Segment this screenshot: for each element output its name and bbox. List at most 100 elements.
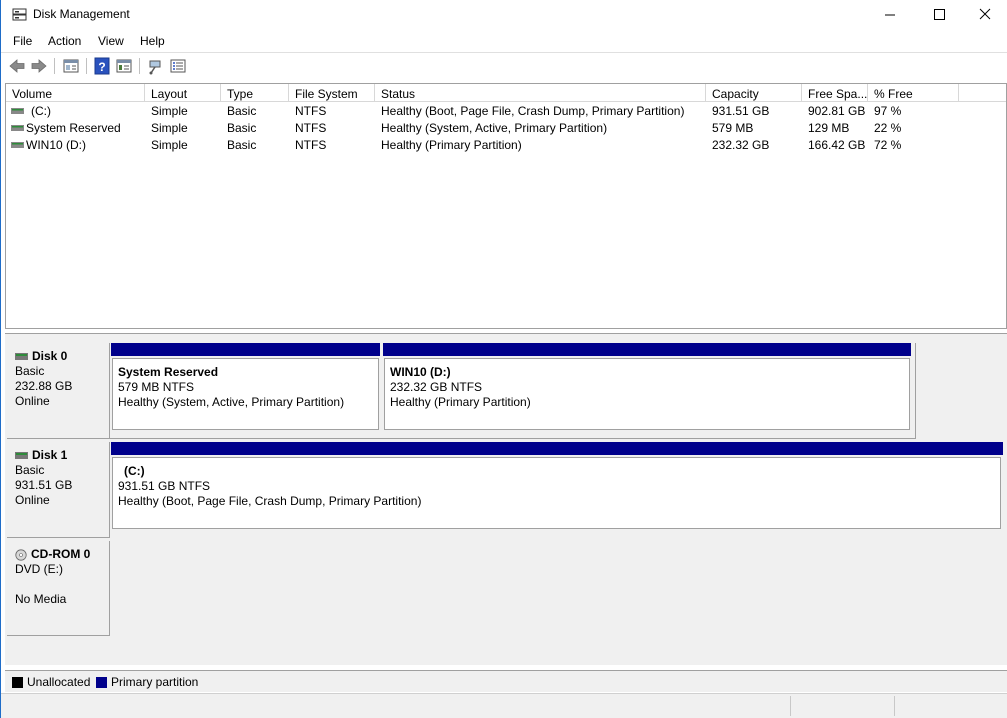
partition-status: Healthy (System, Active, Primary Partiti… [118,395,345,409]
disk-0-label[interactable]: Disk 0 Basic 232.88 GB Online [7,343,110,439]
console-tree-icon [63,59,79,73]
volume-percent-free: 22 % [874,121,902,135]
forward-arrow-icon [31,59,47,73]
disk-1-partitions: (C:) 931.51 GB NTFS Healthy (Boot, Page … [110,442,1003,538]
menu-help[interactable]: Help [140,34,165,48]
minimize-button[interactable] [867,0,913,30]
legend: Unallocated Primary partition [5,670,1007,692]
status-separator [894,696,895,716]
cd-rom-icon [15,549,27,561]
back-button[interactable] [7,56,27,76]
partition-status: Healthy (Boot, Page File, Crash Dump, Pr… [118,494,422,508]
partition-title: (C:) [124,464,145,478]
partition-title: System Reserved [118,365,219,379]
volume-file-system: NTFS [295,138,327,152]
column-header-percent-free[interactable]: % Free [868,84,959,102]
disk-size: 931.51 GB [15,478,73,492]
partition-c[interactable]: (C:) 931.51 GB NTFS Healthy (Boot, Page … [112,457,1001,529]
toolbar-separator [54,58,55,74]
partition-status: Healthy (Primary Partition) [390,395,531,409]
partition-header-bar [383,343,911,356]
disk-graphical-view[interactable]: Disk 0 Basic 232.88 GB Online System Res… [5,333,1007,665]
volume-list[interactable]: Volume Layout Type File System Status Ca… [5,83,1007,329]
volume-percent-free: 72 % [874,138,902,152]
volume-status: Healthy (Boot, Page File, Crash Dump, Pr… [381,104,685,118]
close-button[interactable] [961,0,1007,30]
disk-name: Disk 0 [32,349,68,363]
partition-title: WIN10 (D:) [390,365,451,379]
volume-layout: Simple [151,121,188,135]
disk-management-window: Disk Management File Action View Help ? [0,0,1007,718]
column-header-type[interactable]: Type [221,84,289,102]
volume-row[interactable]: WIN10 (D:) Simple Basic NTFS Healthy (Pr… [6,137,1006,154]
menu-file[interactable]: File [13,34,32,48]
properties-button[interactable] [114,56,134,76]
legend-unallocated: Unallocated [27,675,91,689]
column-header-volume[interactable]: Volume [6,84,145,102]
volume-list-header: Volume Layout Type File System Status Ca… [6,84,1006,102]
volume-icon [11,108,24,114]
status-separator [790,696,791,716]
toolbar-separator [139,58,140,74]
maximize-button[interactable] [915,0,961,30]
help-icon: ? [94,57,110,75]
partition-size: 579 MB NTFS [118,380,195,394]
volume-status: Healthy (Primary Partition) [381,138,522,152]
list-view-button[interactable] [168,56,188,76]
connect-icon [149,60,161,75]
disk-name: Disk 1 [32,448,68,462]
maximize-icon [934,9,945,20]
console-tree-button[interactable] [61,56,81,76]
partition-header-bar [111,442,1003,455]
disk-1-label[interactable]: Disk 1 Basic 931.51 GB Online [7,442,110,538]
close-icon [979,8,991,20]
connect-button[interactable] [145,56,165,76]
disk-management-icon [12,8,27,21]
toolbar: ? [1,52,1007,78]
disk-size: 232.88 GB [15,379,73,393]
cdrom-drive: DVD (E:) [15,562,63,576]
title-bar: Disk Management [1,0,1007,30]
minimize-icon [885,14,895,16]
volume-free-space: 166.42 GB [808,138,866,152]
volume-free-space: 902.81 GB [808,104,866,118]
volume-row[interactable]: (C:) Simple Basic NTFS Healthy (Boot, Pa… [6,103,1006,120]
volume-icon [11,125,24,131]
volume-name: System Reserved [26,121,121,135]
column-header-file-system[interactable]: File System [289,84,375,102]
disk-state: Online [15,493,50,507]
column-header-layout[interactable]: Layout [145,84,221,102]
disk-state: Online [15,394,50,408]
volume-free-space: 129 MB [808,121,850,135]
help-button[interactable]: ? [92,56,112,76]
status-bar [1,693,1007,718]
volume-type: Basic [227,104,257,118]
partition-win10[interactable]: WIN10 (D:) 232.32 GB NTFS Healthy (Prima… [384,358,910,430]
svg-text:?: ? [98,60,105,74]
disk-kind: Basic [15,463,45,477]
unallocated-swatch [12,677,23,688]
volume-status: Healthy (System, Active, Primary Partiti… [381,121,608,135]
volume-name: WIN10 (D:) [26,138,86,152]
back-arrow-icon [9,59,25,73]
cdrom-0-label[interactable]: CD-ROM 0 DVD (E:) No Media [7,541,110,636]
menu-action[interactable]: Action [48,34,81,48]
volume-row[interactable]: System Reserved Simple Basic NTFS Health… [6,120,1006,137]
column-header-free-space[interactable]: Free Spa... [802,84,868,102]
volume-file-system: NTFS [295,121,327,135]
volume-percent-free: 97 % [874,104,902,118]
column-header-status[interactable]: Status [375,84,706,102]
volume-capacity: 579 MB [712,121,754,135]
volume-type: Basic [227,121,257,135]
forward-button[interactable] [29,56,49,76]
partition-system-reserved[interactable]: System Reserved 579 MB NTFS Healthy (Sys… [112,358,379,430]
partition-size: 232.32 GB NTFS [390,380,483,394]
column-header-capacity[interactable]: Capacity [706,84,802,102]
partition-size: 931.51 GB NTFS [118,479,211,493]
volume-file-system: NTFS [295,104,327,118]
menu-view[interactable]: View [98,34,124,48]
volume-layout: Simple [151,104,188,118]
list-view-icon [170,59,186,73]
disk-0-partitions: System Reserved 579 MB NTFS Healthy (Sys… [110,343,916,439]
